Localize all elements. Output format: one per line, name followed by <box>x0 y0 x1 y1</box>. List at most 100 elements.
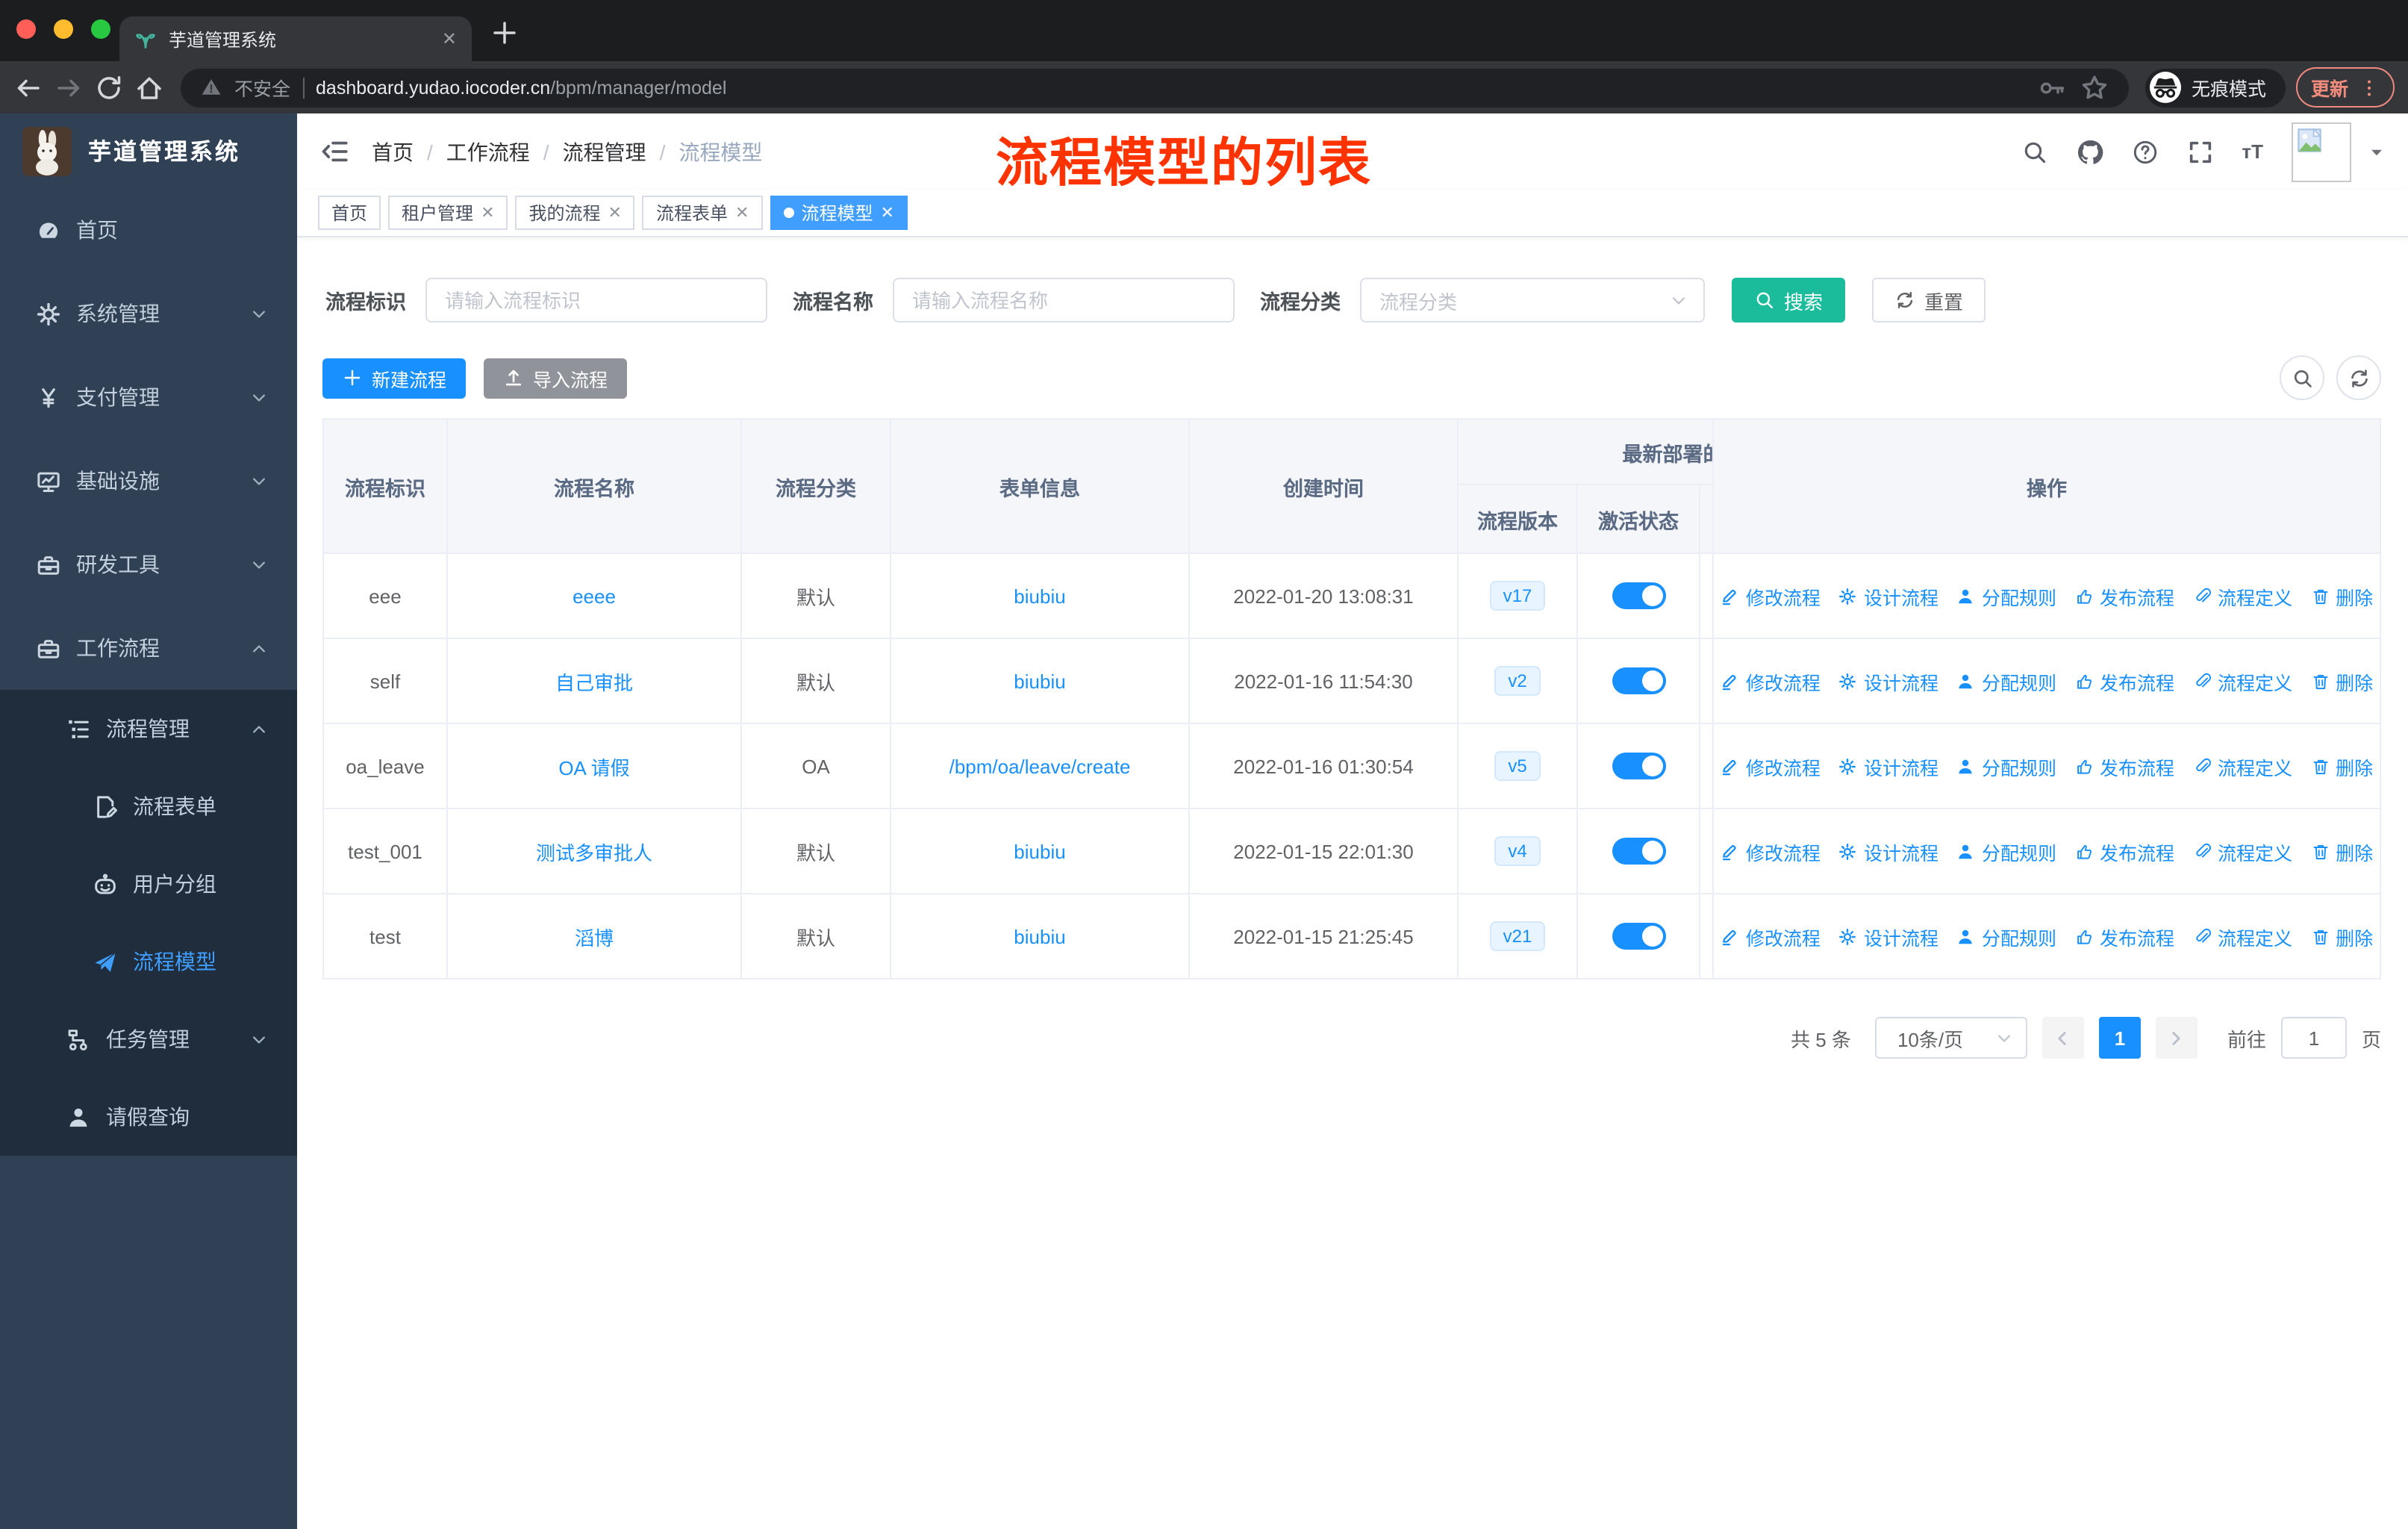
new-tab-button[interactable] <box>490 18 520 48</box>
action-modify-process[interactable]: 修改流程 <box>1721 752 1821 780</box>
action-publish-process[interactable]: 发布流程 <box>2074 582 2174 610</box>
tab-my-process[interactable]: 我的流程 ✕ <box>515 196 635 230</box>
tab-tenant[interactable]: 租户管理 ✕ <box>388 196 508 230</box>
action-process-definition[interactable]: 流程定义 <box>2192 837 2292 865</box>
form-info-link[interactable]: biubiu <box>1014 840 1065 862</box>
version-badge[interactable]: v5 <box>1494 751 1541 781</box>
process-name-link[interactable]: 滔博 <box>575 922 614 950</box>
form-info-link[interactable]: biubiu <box>1014 925 1065 947</box>
tab-process-model[interactable]: 流程模型 ✕ <box>770 196 908 230</box>
action-assign-rule[interactable]: 分配规则 <box>1956 752 2056 780</box>
action-modify-process[interactable]: 修改流程 <box>1721 922 1821 950</box>
bookmark-star-icon[interactable] <box>2080 72 2109 102</box>
action-publish-process[interactable]: 发布流程 <box>2074 837 2174 865</box>
reload-icon[interactable] <box>94 72 124 102</box>
sidebar-item-devtools[interactable]: 研发工具 <box>0 523 297 606</box>
action-design-process[interactable]: 设计流程 <box>1838 752 1938 780</box>
goto-page-input[interactable]: 1 <box>2280 1017 2347 1059</box>
home-icon[interactable] <box>134 72 164 102</box>
process-name-link[interactable]: 测试多审批人 <box>536 837 652 865</box>
active-toggle[interactable] <box>1612 667 1665 694</box>
close-icon[interactable]: ✕ <box>481 203 494 222</box>
process-name-input[interactable] <box>893 278 1235 323</box>
close-window-button[interactable] <box>16 19 36 39</box>
sidebar-item-process-mgmt[interactable]: 流程管理 <box>0 690 297 767</box>
breadcrumb-item[interactable]: 流程管理 <box>563 137 646 166</box>
close-icon[interactable]: ✕ <box>735 203 749 222</box>
refresh-table-button[interactable] <box>2336 355 2381 400</box>
action-modify-process[interactable]: 修改流程 <box>1721 667 1821 695</box>
import-process-button[interactable]: 导入流程 <box>484 358 628 398</box>
action-design-process[interactable]: 设计流程 <box>1838 667 1938 695</box>
action-design-process[interactable]: 设计流程 <box>1838 582 1938 610</box>
action-delete[interactable]: 删除 <box>2310 667 2373 695</box>
process-id-input[interactable] <box>425 278 767 323</box>
action-design-process[interactable]: 设计流程 <box>1838 837 1938 865</box>
github-icon[interactable] <box>2076 138 2103 165</box>
action-delete[interactable]: 删除 <box>2310 752 2373 780</box>
process-name-link[interactable]: eeee <box>573 585 616 607</box>
active-toggle[interactable] <box>1612 838 1665 865</box>
search-button[interactable]: 搜索 <box>1732 278 1846 323</box>
sidebar-item-process-model[interactable]: 流程模型 <box>0 923 297 1000</box>
sidebar-item-home[interactable]: 首页 <box>0 188 297 272</box>
sidebar-item-process-form[interactable]: 流程表单 <box>0 767 297 845</box>
version-badge[interactable]: v2 <box>1494 666 1541 696</box>
browser-menu-icon[interactable] <box>2359 77 2380 98</box>
fullscreen-icon[interactable] <box>2186 138 2213 165</box>
tab-close-icon[interactable]: ✕ <box>442 28 457 49</box>
action-delete[interactable]: 删除 <box>2310 582 2373 610</box>
action-assign-rule[interactable]: 分配规则 <box>1956 922 2056 950</box>
sidebar-item-leave-query[interactable]: 请假查询 <box>0 1078 297 1156</box>
category-select[interactable]: 流程分类 <box>1360 278 1705 323</box>
active-toggle[interactable] <box>1612 923 1665 950</box>
action-assign-rule[interactable]: 分配规则 <box>1956 582 2056 610</box>
address-bar[interactable]: 不安全 dashboard.yudao.iocoder.cn/bpm/manag… <box>181 68 2129 107</box>
sidebar-item-user-group[interactable]: 用户分组 <box>0 845 297 923</box>
reset-button[interactable]: 重置 <box>1872 278 1986 323</box>
process-name-link[interactable]: 自己审批 <box>555 667 633 695</box>
font-size-icon[interactable]: тT <box>2242 140 2263 163</box>
minimize-window-button[interactable] <box>54 19 73 39</box>
search-icon[interactable] <box>2021 138 2047 165</box>
close-icon[interactable]: ✕ <box>608 203 622 222</box>
sidebar-item-task-mgmt[interactable]: 任务管理 <box>0 1000 297 1078</box>
avatar[interactable] <box>2292 122 2351 181</box>
create-process-button[interactable]: 新建流程 <box>322 358 467 398</box>
hamburger-icon[interactable] <box>321 137 349 166</box>
sidebar-item-payment[interactable]: 支付管理 <box>0 355 297 439</box>
key-icon[interactable] <box>2038 72 2068 102</box>
action-process-definition[interactable]: 流程定义 <box>2192 922 2292 950</box>
action-process-definition[interactable]: 流程定义 <box>2192 667 2292 695</box>
active-toggle[interactable] <box>1612 753 1665 779</box>
browser-tab[interactable]: 芋道管理系统 ✕ <box>119 16 472 61</box>
action-assign-rule[interactable]: 分配规则 <box>1956 667 2056 695</box>
form-info-link[interactable]: /bpm/oa/leave/create <box>949 755 1131 777</box>
active-toggle[interactable] <box>1612 582 1665 609</box>
maximize-window-button[interactable] <box>91 19 110 39</box>
action-process-definition[interactable]: 流程定义 <box>2192 582 2292 610</box>
action-assign-rule[interactable]: 分配规则 <box>1956 837 2056 865</box>
version-badge[interactable]: v17 <box>1489 581 1546 611</box>
action-modify-process[interactable]: 修改流程 <box>1721 837 1821 865</box>
action-design-process[interactable]: 设计流程 <box>1838 922 1938 950</box>
next-page-button[interactable] <box>2155 1017 2198 1059</box>
page-size-select[interactable]: 10条/页 <box>1874 1017 2027 1059</box>
sidebar-item-workflow[interactable]: 工作流程 <box>0 606 297 690</box>
prev-page-button[interactable] <box>2042 1017 2084 1059</box>
action-delete[interactable]: 删除 <box>2310 922 2373 950</box>
process-name-link[interactable]: OA 请假 <box>558 752 629 780</box>
action-publish-process[interactable]: 发布流程 <box>2074 752 2174 780</box>
sidebar-item-system[interactable]: 系统管理 <box>0 272 297 355</box>
version-badge[interactable]: v4 <box>1494 836 1541 866</box>
hide-search-button[interactable] <box>2280 355 2324 400</box>
tab-process-form[interactable]: 流程表单 ✕ <box>642 196 763 230</box>
action-modify-process[interactable]: 修改流程 <box>1721 582 1821 610</box>
form-info-link[interactable]: biubiu <box>1014 670 1065 692</box>
form-info-link[interactable]: biubiu <box>1014 585 1065 607</box>
sidebar-logo[interactable]: 芋道管理系统 <box>0 113 297 188</box>
tab-home[interactable]: 首页 <box>318 196 381 230</box>
action-delete[interactable]: 删除 <box>2310 837 2373 865</box>
action-process-definition[interactable]: 流程定义 <box>2192 752 2292 780</box>
sidebar-item-infra[interactable]: 基础设施 <box>0 439 297 523</box>
